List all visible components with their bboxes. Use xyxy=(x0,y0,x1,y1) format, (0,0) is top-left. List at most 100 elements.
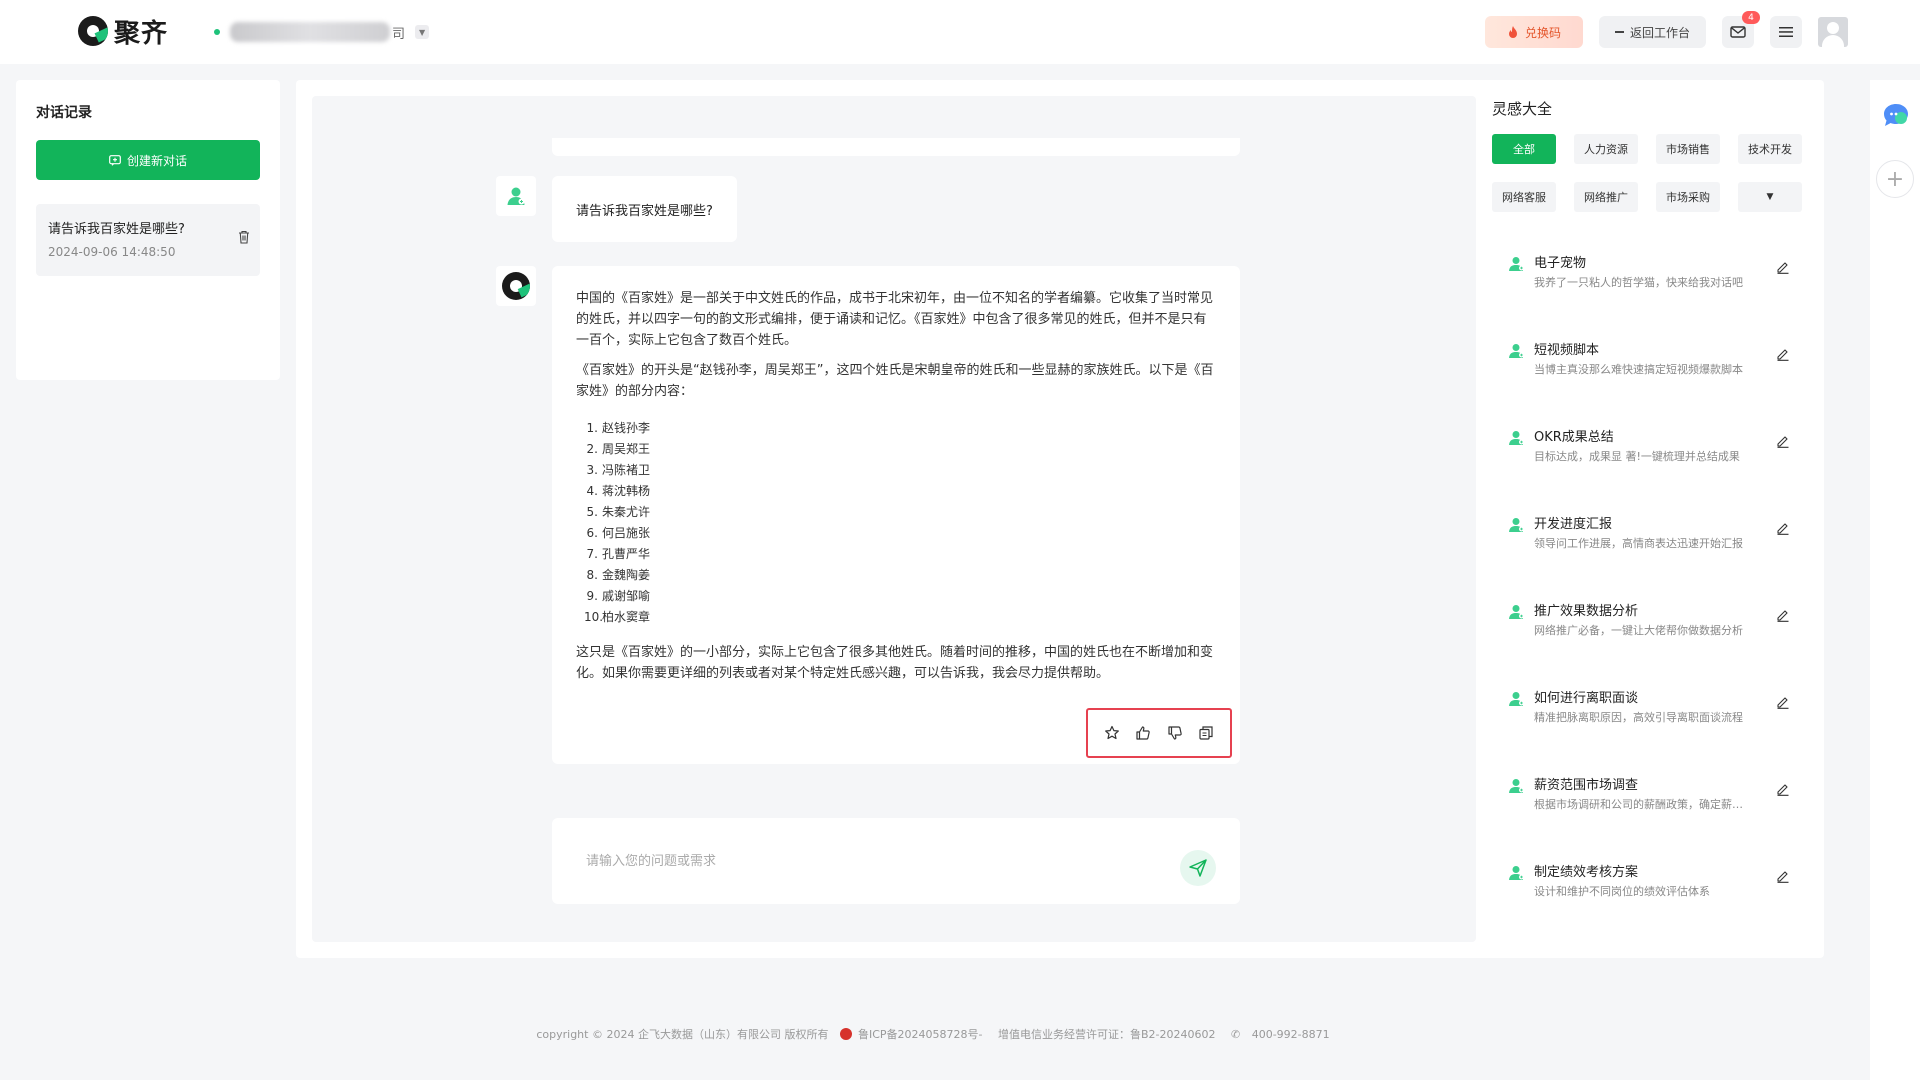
inspiration-item-desc: 网络推广必备，一键让大佬帮你做数据分析 xyxy=(1534,624,1743,637)
caret-down-icon: ▼ xyxy=(1766,192,1774,202)
new-chat-button[interactable]: 创建新对话 xyxy=(36,140,260,180)
footer-license: 增值电信业务经营许可证：鲁B2-20240602 xyxy=(997,1028,1216,1041)
user-icon xyxy=(1509,431,1524,445)
chat-input[interactable] xyxy=(586,848,1146,872)
chat-input-box xyxy=(552,818,1240,904)
category-chip-purchase[interactable]: 市场采购 xyxy=(1656,182,1720,212)
list-item: 3. 冯陈褚卫 xyxy=(586,463,651,477)
footer-copyright: copyright © 2024 企飞大数据（山东）有限公司 版权所有 xyxy=(536,1028,829,1041)
inspiration-item-desc: 根据市场调研和公司的薪酬政策，确定薪资范围 xyxy=(1534,798,1750,811)
ai-paragraph: 这只是《百家姓》的一小部分，实际上它包含了很多其他姓氏。随着时间的推移，中国的姓… xyxy=(576,645,1214,681)
edit-icon[interactable] xyxy=(1776,695,1790,709)
inspiration-item[interactable]: 短视频脚本 当博主真没那么难快速搞定短视频爆款脚本 xyxy=(1508,339,1798,399)
list-item: 5. 朱秦尤许 xyxy=(586,505,651,519)
star-icon[interactable] xyxy=(1104,725,1120,741)
logo-icon xyxy=(78,16,108,46)
police-emblem-icon xyxy=(839,1028,852,1040)
user-icon xyxy=(507,187,525,205)
back-to-workbench-button[interactable]: 返回工作台 xyxy=(1598,16,1706,48)
list-item: 10.柏水窦章 xyxy=(584,610,651,624)
chat-add-icon xyxy=(109,154,121,166)
category-chip-hr[interactable]: 人力资源 xyxy=(1574,134,1638,164)
inspiration-item-title: 如何进行离职面谈 xyxy=(1534,691,1639,706)
mail-icon xyxy=(1730,26,1746,38)
footer-phone: ✆ 400-992-8871 xyxy=(1230,1028,1330,1041)
list-item: 6. 何吕施张 xyxy=(586,526,651,540)
inspiration-item-desc: 设计和维护不同岗位的绩效评估体系 xyxy=(1534,885,1710,898)
copy-icon[interactable] xyxy=(1198,725,1214,741)
company-name-blurred xyxy=(230,22,390,42)
edit-icon[interactable] xyxy=(1776,521,1790,535)
user-icon xyxy=(1509,344,1524,358)
inspiration-item-title: OKR成果总结 xyxy=(1534,430,1614,445)
mail-button[interactable]: 4 xyxy=(1722,11,1760,48)
history-item[interactable]: 请告诉我百家姓是哪些? 2024-09-06 14:48:50 xyxy=(36,204,260,276)
company-switcher[interactable]: 司 ▼ xyxy=(214,22,430,42)
user-icon xyxy=(1509,257,1524,271)
minus-icon xyxy=(1614,31,1624,33)
list-item: 7. 孔曹严华 xyxy=(586,547,651,561)
inspiration-item[interactable]: 如何进行离职面谈 精准把脉离职原因，高效引导离职面谈流程 xyxy=(1508,687,1798,747)
inspiration-item[interactable]: 薪资范围市场调查 根据市场调研和公司的薪酬政策，确定薪资范围 xyxy=(1508,774,1798,834)
inspiration-panel: 灵感大全 全部 人力资源 市场销售 技术开发 网络客服 网络推广 市场采购 ▼ … xyxy=(1492,80,1808,958)
logo[interactable]: 聚齐 xyxy=(78,14,169,49)
list-item: 8. 金魏陶姜 xyxy=(586,568,651,582)
inspiration-item-desc: 我养了一只粘人的哲学猫，快来给我对话吧 xyxy=(1534,276,1743,289)
edit-icon[interactable] xyxy=(1776,782,1790,796)
user-avatar[interactable] xyxy=(1818,17,1848,47)
category-chip-sales[interactable]: 市场销售 xyxy=(1656,134,1720,164)
menu-button[interactable] xyxy=(1770,16,1802,48)
right-rail: + xyxy=(1870,80,1920,1080)
inspiration-item-title: 制定绩效考核方案 xyxy=(1534,865,1639,880)
user-message-text: 请告诉我百家姓是哪些? xyxy=(576,203,713,219)
category-more-dropdown[interactable]: ▼ xyxy=(1738,182,1802,212)
logo-text: 聚齐 xyxy=(114,18,169,49)
category-chip-service[interactable]: 网络客服 xyxy=(1492,182,1556,212)
send-button[interactable] xyxy=(1180,850,1216,886)
ai-logo-icon xyxy=(502,272,530,300)
thumbs-up-icon[interactable] xyxy=(1135,725,1151,741)
list-item: 2. 周吴郑王 xyxy=(586,442,651,456)
top-header: 聚齐 司 ▼ 兑换码 返回工作台 4 xyxy=(0,0,1920,64)
thumbs-down-icon[interactable] xyxy=(1167,725,1183,741)
edit-icon[interactable] xyxy=(1776,260,1790,274)
inspiration-item[interactable]: 电子宠物 我养了一只粘人的哲学猫，快来给我对话吧 xyxy=(1508,252,1798,312)
inspiration-item[interactable]: OKR成果总结 目标达成，成果显 著!一键梳理并总结成果 xyxy=(1508,426,1798,486)
list-item: 9. 戚谢邹喻 xyxy=(586,589,651,603)
edit-icon[interactable] xyxy=(1776,608,1790,622)
caret-down-icon[interactable]: ▼ xyxy=(415,25,430,39)
footer-icp-link[interactable]: 鲁ICP备2024058728号- xyxy=(839,1028,987,1041)
add-icon[interactable]: + xyxy=(1876,160,1914,198)
surname-list: 1. 赵钱孙李 2. 周吴郑王 3. 冯陈褚卫 4. 蒋沈韩杨 5. 朱秦尤许 6. 何吕施… xyxy=(584,418,1216,628)
user-message: 请告诉我百家姓是哪些? xyxy=(552,176,737,242)
inspiration-item[interactable]: 推广效果数据分析 网络推广必备，一键让大佬帮你做数据分析 xyxy=(1508,600,1798,660)
user-message-avatar xyxy=(496,176,536,216)
edit-icon[interactable] xyxy=(1776,434,1790,448)
company-name-suffix: 司 xyxy=(392,26,406,42)
list-item: 4. 蒋沈韩杨 xyxy=(586,484,651,498)
category-chip-promo[interactable]: 网络推广 xyxy=(1574,182,1638,212)
category-chip-tech[interactable]: 技术开发 xyxy=(1738,134,1802,164)
inspiration-item[interactable]: 开发进度汇报 领导问工作进展，高情商表达迅速开始汇报 xyxy=(1508,513,1798,573)
previous-message-stub xyxy=(552,138,1240,156)
inspiration-item-title: 短视频脚本 xyxy=(1534,343,1600,358)
inspiration-item-title: 薪资范围市场调查 xyxy=(1534,778,1639,793)
inspiration-item-title: 电子宠物 xyxy=(1534,256,1587,271)
user-icon xyxy=(1509,866,1524,880)
trash-icon[interactable] xyxy=(238,230,250,244)
new-chat-label: 创建新对话 xyxy=(126,153,187,168)
message-actions xyxy=(1086,708,1232,758)
edit-icon[interactable] xyxy=(1776,347,1790,361)
ai-avatar xyxy=(496,266,536,306)
edit-icon[interactable] xyxy=(1776,869,1790,883)
inspiration-item[interactable]: 制定绩效考核方案 设计和维护不同岗位的绩效评估体系 xyxy=(1508,861,1798,921)
user-icon xyxy=(1509,779,1524,793)
redeem-button[interactable]: 兑换码 xyxy=(1484,16,1583,48)
inspiration-item-desc: 目标达成，成果显 著!一键梳理并总结成果 xyxy=(1534,450,1740,463)
category-chip-all[interactable]: 全部 xyxy=(1492,134,1556,164)
assistant-chat-icon[interactable] xyxy=(1882,102,1910,128)
conversation-sidebar: 对话记录 创建新对话 请告诉我百家姓是哪些? 2024-09-06 14:48:… xyxy=(16,80,280,380)
back-label: 返回工作台 xyxy=(1629,25,1690,40)
status-dot xyxy=(214,29,220,35)
user-icon xyxy=(1509,518,1524,532)
